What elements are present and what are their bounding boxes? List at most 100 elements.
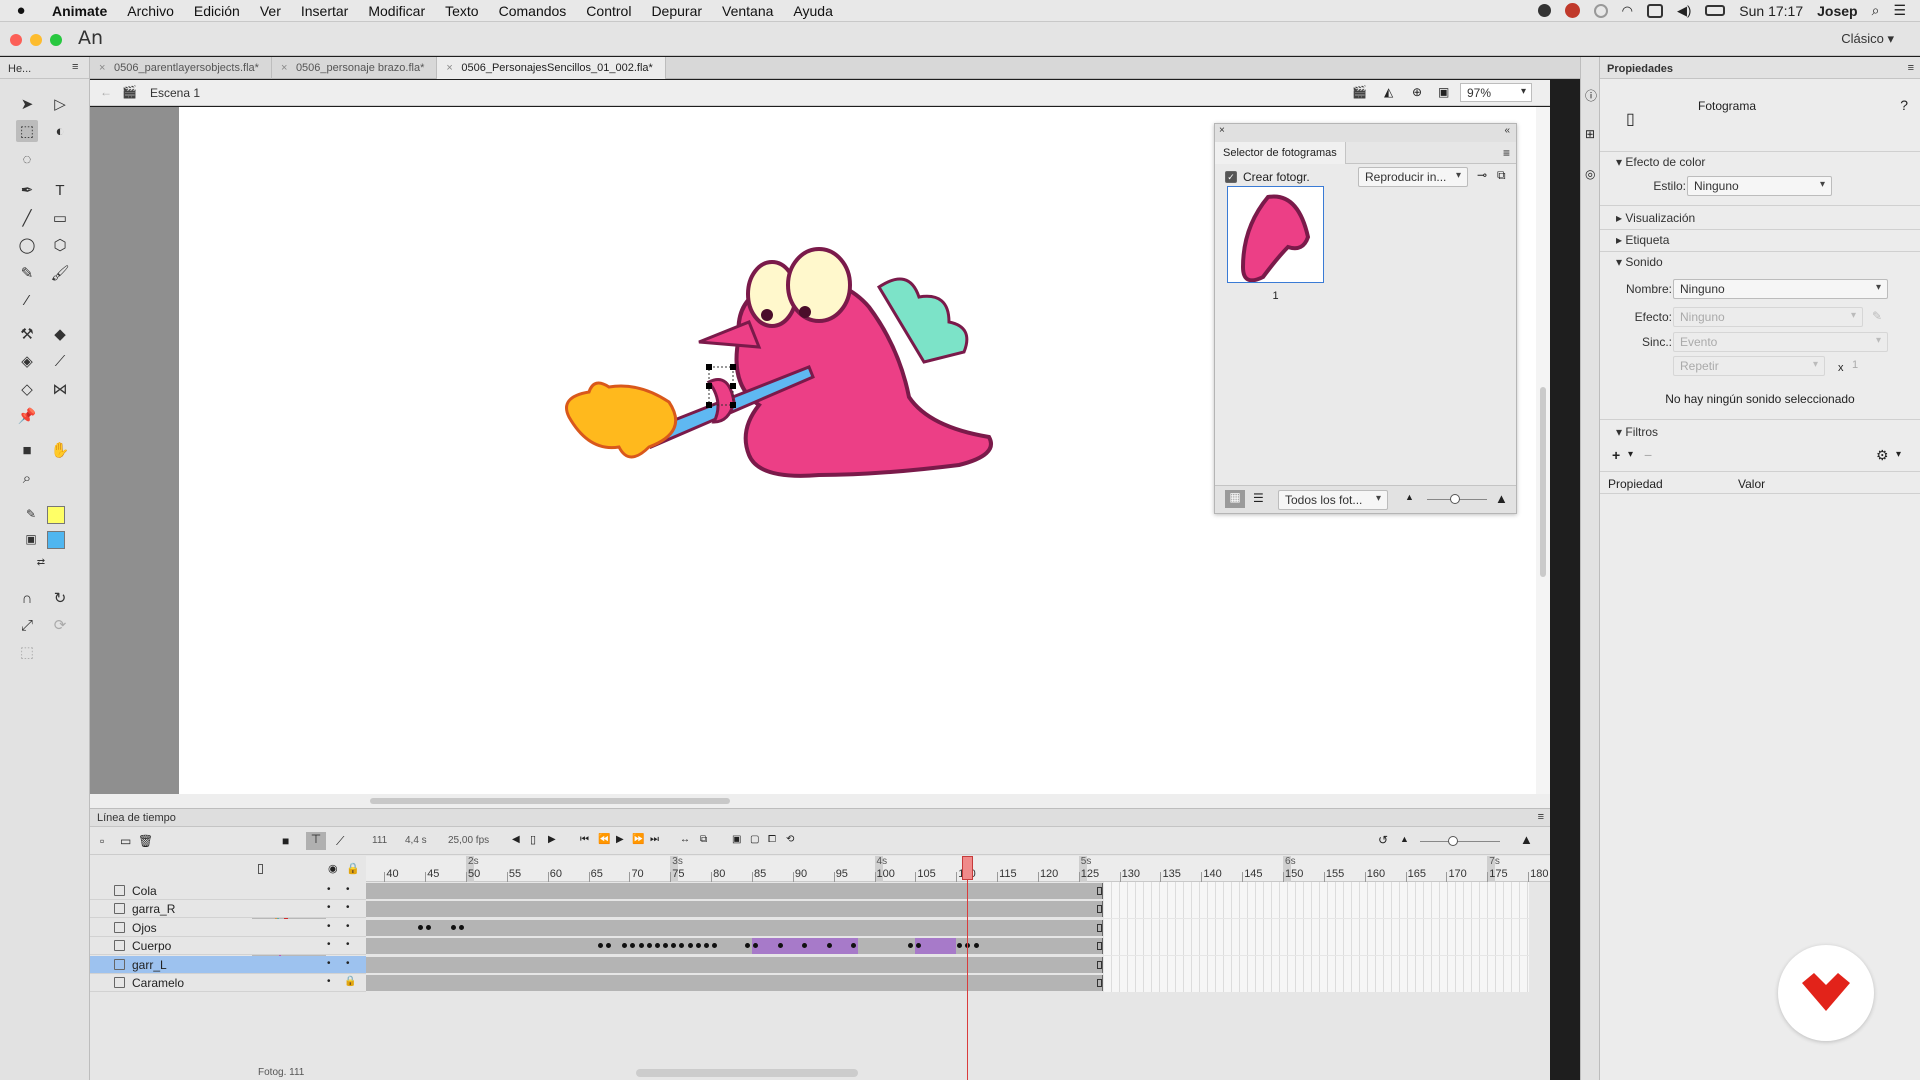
- apple-logo-icon[interactable]: ●: [0, 2, 42, 19]
- close-tab-icon[interactable]: ×: [446, 57, 452, 79]
- frame-span[interactable]: [366, 938, 1104, 955]
- eraser-tool-icon[interactable]: ◇: [16, 378, 38, 400]
- scrollbar-thumb[interactable]: [370, 798, 730, 804]
- play-mode-select[interactable]: Reproducir in... ▾: [1358, 167, 1468, 187]
- graph-icon[interactable]: ⟋: [336, 834, 344, 849]
- menu-control[interactable]: Control: [576, 3, 641, 19]
- delete-layer-icon[interactable]: 🗑: [138, 834, 153, 848]
- center-frame-icon[interactable]: ⧉: [700, 834, 707, 845]
- timeline-horizontal-scrollbar[interactable]: [636, 1069, 858, 1077]
- keyframe[interactable]: [777, 943, 783, 949]
- zoom-tool-icon[interactable]: ⌕: [16, 467, 38, 489]
- frame-span[interactable]: [366, 883, 1104, 899]
- gear-icon[interactable]: ⚙: [1876, 447, 1889, 464]
- layer-visibility-dot[interactable]: •: [327, 939, 331, 950]
- loop-icon[interactable]: ⧉: [1497, 168, 1506, 183]
- stage-horizontal-scrollbar[interactable]: [90, 794, 1550, 808]
- step-forward-icon[interactable]: ⏩: [632, 834, 644, 845]
- brush-tool-icon[interactable]: ⁄: [16, 289, 38, 311]
- keyframe[interactable]: [426, 924, 432, 930]
- layer-row-cola[interactable]: Cola • •: [90, 882, 366, 900]
- menu-edicion[interactable]: Edición: [184, 3, 250, 19]
- keyframe[interactable]: [638, 943, 644, 949]
- smooth-icon[interactable]: ↻: [49, 587, 71, 609]
- panel-menu-icon[interactable]: ≡: [1503, 146, 1510, 160]
- stroke-color-icon[interactable]: ✎: [20, 503, 42, 525]
- end-keyframe[interactable]: [1097, 979, 1103, 987]
- layer-lock-dot[interactable]: •: [346, 958, 350, 969]
- edit-symbols-icon[interactable]: ◭: [1384, 85, 1393, 99]
- panel-menu-icon[interactable]: ≡: [72, 61, 78, 73]
- end-keyframe[interactable]: [1097, 905, 1103, 914]
- frame-thumbnail[interactable]: [1227, 186, 1324, 283]
- lock-icon[interactable]: 🔒: [346, 862, 360, 875]
- loop-icon[interactable]: ↔: [680, 834, 690, 845]
- rectangle-tool-icon[interactable]: ▭: [49, 207, 71, 229]
- camera-tool-icon[interactable]: ■: [16, 439, 38, 461]
- scrollbar-thumb[interactable]: [1540, 387, 1546, 577]
- clock[interactable]: Sun 17:17: [1739, 3, 1803, 19]
- next-keyframe-icon[interactable]: ▶: [548, 834, 556, 845]
- keyframe[interactable]: [450, 924, 456, 930]
- transform-handle[interactable]: [706, 383, 712, 389]
- user-name[interactable]: Josep: [1817, 3, 1857, 19]
- selection-tool-icon[interactable]: ➤: [16, 93, 38, 115]
- layer-name[interactable]: Ojos: [132, 921, 157, 935]
- frame-span[interactable]: [366, 975, 1104, 991]
- back-arrow-icon[interactable]: ←: [100, 85, 112, 99]
- style-select[interactable]: Ninguno ▾: [1687, 176, 1832, 196]
- line-tool-icon[interactable]: ╱: [16, 207, 38, 229]
- panel-menu-icon[interactable]: ≡: [1908, 62, 1914, 74]
- clip-content-icon[interactable]: ▣: [1438, 85, 1449, 99]
- empty-frames[interactable]: [1104, 937, 1529, 956]
- shrink-thumbnails-icon[interactable]: ▲: [1405, 492, 1414, 502]
- layer-visibility-dot[interactable]: •: [327, 921, 331, 932]
- frame-filter-select[interactable]: Todos los fot... ▾: [1278, 490, 1388, 510]
- zoom-in-timeline-icon[interactable]: ▲: [1520, 832, 1533, 847]
- layer-name[interactable]: garr_L: [132, 958, 167, 972]
- edit-scene-icon[interactable]: 🎬: [1352, 85, 1367, 99]
- keyframe[interactable]: [826, 943, 832, 949]
- layer-lock-dot[interactable]: •: [346, 902, 350, 913]
- snap-to-objects-icon[interactable]: ∩: [16, 587, 38, 609]
- add-filter-icon[interactable]: +: [1612, 447, 1620, 463]
- keyframe[interactable]: [973, 943, 979, 949]
- menu-modificar[interactable]: Modificar: [358, 3, 435, 19]
- stage-vertical-scrollbar[interactable]: [1536, 107, 1550, 794]
- empty-frames[interactable]: [1104, 955, 1529, 974]
- close-tab-icon[interactable]: ×: [99, 57, 105, 79]
- fill-color-swatch[interactable]: [47, 531, 65, 549]
- frame-span[interactable]: [366, 956, 1104, 973]
- airplay-icon[interactable]: [1646, 3, 1663, 18]
- record-icon[interactable]: [1537, 4, 1551, 17]
- eyedropper-tool-icon[interactable]: ⟋: [49, 350, 71, 372]
- empty-frames[interactable]: [1104, 974, 1529, 992]
- paint-bucket-tool-icon[interactable]: ◆: [49, 323, 71, 345]
- frame-row[interactable]: [366, 882, 1550, 900]
- section-label[interactable]: ▸ Etiqueta: [1610, 233, 1669, 247]
- empty-frames[interactable]: [1104, 918, 1529, 937]
- layer-visibility-dot[interactable]: •: [327, 976, 331, 987]
- edit-multiple-frames-icon[interactable]: ⧠: [768, 834, 776, 845]
- spotlight-search-icon[interactable]: ⌕: [1872, 2, 1880, 19]
- keyframe[interactable]: [418, 924, 424, 930]
- zoom-out-timeline-icon[interactable]: ▲: [1400, 834, 1409, 844]
- undo-icon[interactable]: ↺: [1378, 833, 1388, 847]
- playhead[interactable]: [962, 856, 974, 1080]
- keyframe[interactable]: [597, 943, 603, 949]
- lock-icon[interactable]: 🔒: [344, 976, 356, 987]
- insert-keyframe-icon[interactable]: ▯: [530, 833, 536, 846]
- 3d-rotation-tool-icon[interactable]: ◐: [49, 120, 71, 142]
- width-tool-icon[interactable]: ⋈: [49, 378, 71, 400]
- menu-ayuda[interactable]: Ayuda: [783, 3, 842, 19]
- menu-insertar[interactable]: Insertar: [291, 3, 358, 19]
- pencil-tool-icon[interactable]: ✎: [16, 262, 38, 284]
- bone-tool-icon[interactable]: ⚒: [16, 323, 38, 345]
- frame-row[interactable]: [366, 937, 1550, 956]
- subselection-tool-icon[interactable]: ▷: [49, 93, 71, 115]
- menu-archivo[interactable]: Archivo: [117, 3, 184, 19]
- align-icon[interactable]: ⊞: [1585, 127, 1595, 141]
- window-zoom-button[interactable]: [50, 34, 62, 46]
- go-to-first-icon[interactable]: ⏮: [580, 834, 589, 845]
- camera-icon[interactable]: ■: [282, 834, 289, 848]
